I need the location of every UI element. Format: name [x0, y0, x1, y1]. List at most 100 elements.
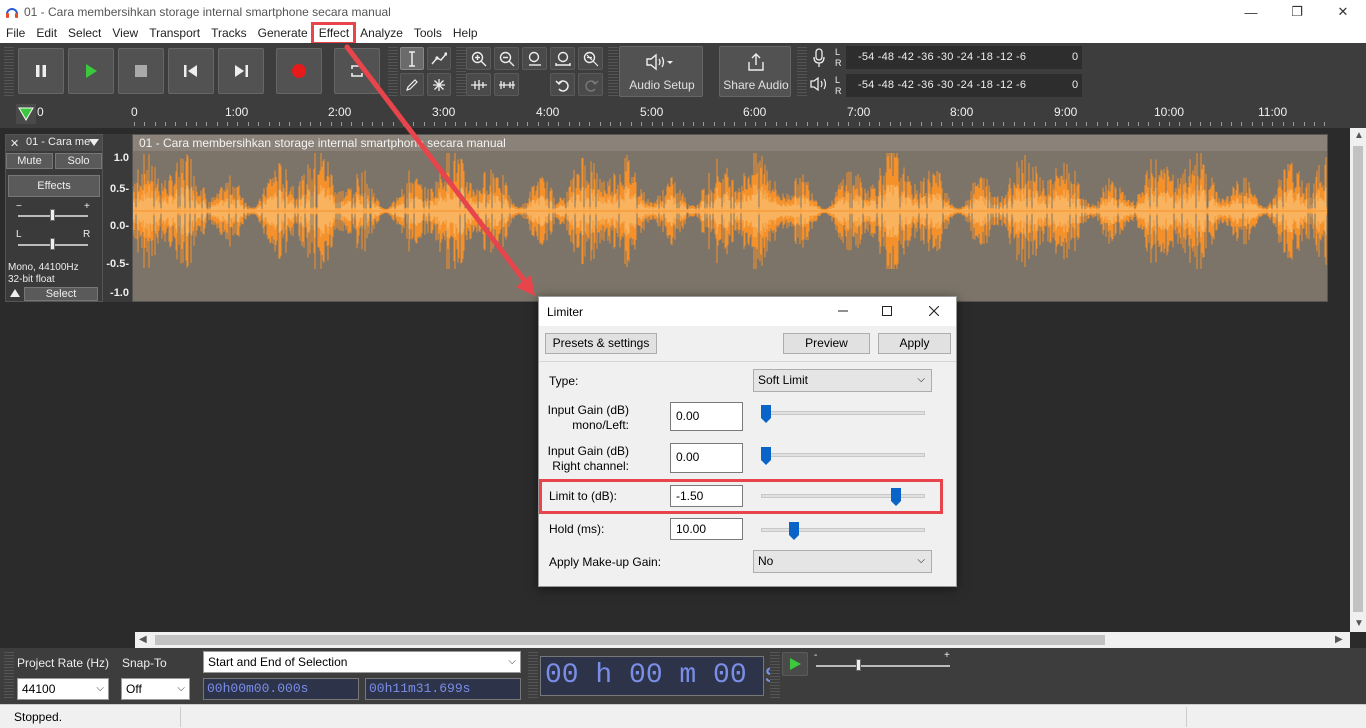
toolbar-grip[interactable] [608, 47, 618, 97]
trim-audio-button[interactable] [466, 73, 491, 96]
selection-end-time[interactable]: 00h11m31.699s [365, 678, 521, 700]
audio-position-display[interactable]: 00 h 00 m 00 s [540, 656, 780, 696]
silence-audio-button[interactable] [494, 73, 519, 96]
solo-button[interactable]: Solo [55, 153, 102, 169]
toolbar-grip[interactable] [456, 47, 466, 97]
input-gain-left-slider[interactable] [761, 411, 925, 415]
makeup-gain-select[interactable]: No ⌵ [753, 550, 932, 573]
redo-button[interactable] [578, 73, 603, 96]
horizontal-scrollbar[interactable]: ◀ ▶ [135, 632, 1350, 648]
effects-button[interactable]: Effects [8, 175, 100, 197]
zoom-out-button[interactable] [494, 47, 519, 70]
selection-tool-button[interactable] [400, 47, 424, 70]
selection-mode-select[interactable]: Start and End of Selection ⌵ [203, 651, 521, 673]
gain-slider-thumb[interactable] [50, 209, 55, 221]
snap-to-select[interactable]: Off ⌵ [121, 678, 190, 700]
selection-start-time[interactable]: 00h00m00.000s [203, 678, 359, 700]
envelope-tool-button[interactable] [427, 47, 451, 70]
menu-transport[interactable]: Transport [143, 24, 205, 43]
play-at-speed-button[interactable] [782, 652, 808, 676]
horizontal-scroll-thumb[interactable] [155, 635, 1105, 645]
fit-project-button[interactable] [550, 47, 575, 70]
pan-slider-thumb[interactable] [50, 238, 55, 250]
menu-select[interactable]: Select [62, 24, 106, 43]
toolbar-grip[interactable] [388, 47, 398, 97]
apply-button[interactable]: Apply [878, 333, 951, 354]
multi-tool-button[interactable] [427, 73, 451, 96]
skip-to-start-button[interactable] [168, 48, 214, 94]
hold-field[interactable]: 10.00 [670, 518, 743, 540]
play-button[interactable] [68, 48, 114, 94]
toolbar-grip[interactable] [770, 652, 780, 700]
track-close-button[interactable]: ✕ [10, 137, 19, 150]
record-button[interactable] [276, 48, 322, 94]
dialog-minimize-button[interactable] [828, 301, 858, 321]
skip-to-end-button[interactable] [218, 48, 264, 94]
zoom-out-icon [499, 51, 514, 66]
dialog-close-button[interactable] [919, 301, 949, 321]
toolbar-grip[interactable] [528, 652, 538, 700]
ruler-tick [1283, 122, 1284, 126]
menu-view[interactable]: View [106, 24, 143, 43]
select-track-button[interactable]: Select [24, 287, 98, 301]
loop-button[interactable] [334, 48, 380, 94]
draw-tool-button[interactable] [400, 73, 424, 96]
menu-edit[interactable]: Edit [30, 24, 62, 43]
play-speed-slider-track[interactable] [816, 665, 950, 667]
pause-button[interactable] [18, 48, 64, 94]
play-speed-slider-thumb[interactable] [856, 659, 861, 671]
input-gain-right-slider-thumb[interactable] [761, 447, 771, 465]
close-icon [929, 306, 939, 316]
menu-effect[interactable]: Effect [310, 22, 357, 45]
play-head-icon[interactable] [16, 104, 36, 124]
maximize-button[interactable]: ❐ [1274, 0, 1320, 24]
close-button[interactable]: ✕ [1320, 0, 1366, 24]
menu-tracks[interactable]: Tracks [205, 24, 252, 43]
input-gain-right-field[interactable]: 0.00 [670, 443, 743, 473]
hold-slider-thumb[interactable] [789, 522, 799, 540]
toolbar-grip[interactable] [4, 47, 14, 97]
zoom-toggle-button[interactable] [578, 47, 603, 70]
menu-tools[interactable]: Tools [408, 24, 447, 43]
input-gain-left-field[interactable]: 0.00 [670, 402, 743, 431]
toolbar-grip[interactable] [797, 47, 807, 97]
hold-slider[interactable] [761, 528, 925, 532]
scroll-left-arrow-icon[interactable]: ◀ [139, 634, 147, 645]
scroll-right-arrow-icon[interactable]: ▶ [1335, 634, 1343, 645]
preview-button[interactable]: Preview [783, 333, 870, 354]
menu-help[interactable]: Help [447, 24, 483, 43]
mute-button[interactable]: Mute [6, 153, 53, 169]
minimize-button[interactable]: — [1228, 0, 1274, 24]
ruler-tick [827, 122, 828, 126]
stop-button[interactable] [118, 48, 164, 94]
scroll-down-arrow-icon[interactable]: ▼ [1354, 618, 1364, 629]
audio-clip[interactable]: 01 - Cara membersihkan storage internal … [132, 134, 1328, 302]
undo-button[interactable] [550, 73, 575, 96]
audio-setup-button[interactable]: Audio Setup [619, 46, 703, 97]
input-gain-right-slider[interactable] [761, 453, 925, 457]
scroll-up-arrow-icon[interactable]: ▲ [1354, 130, 1364, 141]
menu-analyze[interactable]: Analyze [354, 24, 408, 43]
track-menu-chevron-icon[interactable] [89, 139, 99, 146]
timeline-ruler[interactable]: 0 0 1:00 2:00 3:00 4:00 5:00 6:00 7:00 8… [0, 100, 1366, 128]
presets-settings-button[interactable]: Presets & settings [545, 333, 657, 354]
recording-meter[interactable]: L R -54 -48 -42 -36 -30 -24 -18 -12 -6 0 [835, 46, 1082, 69]
collapse-arrow-icon[interactable] [10, 289, 20, 297]
playback-meter[interactable]: L R -54 -48 -42 -36 -30 -24 -18 -12 -6 0 [835, 74, 1082, 97]
vertical-scale[interactable]: 1.0 0.5- 0.0- -0.5- -1.0 [103, 134, 132, 302]
toolbar-grip[interactable] [4, 652, 14, 700]
menu-file[interactable]: File [0, 24, 30, 43]
fit-selection-button[interactable] [522, 47, 547, 70]
vertical-scrollbar[interactable]: ▲ ▼ [1350, 128, 1366, 632]
project-rate-select[interactable]: 44100 ⌵ [17, 678, 109, 700]
clip-title[interactable]: 01 - Cara membersihkan storage internal … [133, 135, 1327, 151]
zoom-in-button[interactable] [466, 47, 491, 70]
vertical-scroll-thumb[interactable] [1353, 146, 1363, 612]
track-name-button[interactable]: 01 - Cara me [26, 136, 90, 148]
share-audio-button[interactable]: Share Audio [719, 46, 791, 97]
dialog-maximize-button[interactable] [872, 301, 902, 321]
menu-generate[interactable]: Generate [252, 24, 313, 43]
ruler-tick [1252, 122, 1253, 126]
type-select[interactable]: Soft Limit ⌵ [753, 369, 932, 392]
input-gain-left-slider-thumb[interactable] [761, 405, 771, 423]
